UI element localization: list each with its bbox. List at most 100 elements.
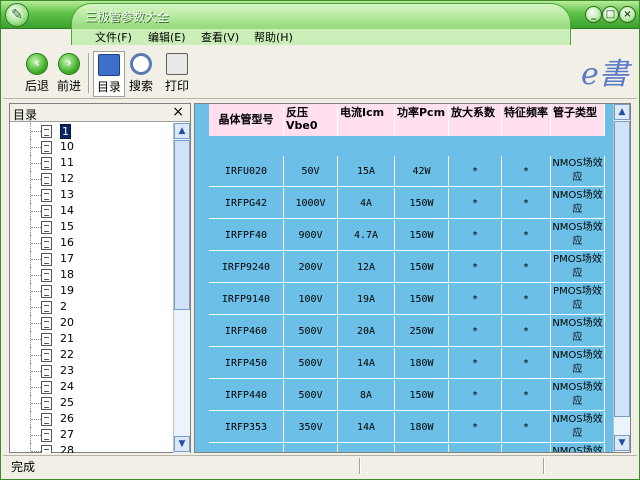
table-cell: 19A xyxy=(338,284,395,315)
tree-item[interactable]: 21 xyxy=(10,331,174,347)
contents-button[interactable]: 目录 xyxy=(93,51,125,97)
tree-item[interactable]: 17 xyxy=(10,251,174,267)
scroll-down-icon[interactable]: ▼ xyxy=(174,436,190,452)
tree-item[interactable]: 15 xyxy=(10,219,174,235)
tree-item-label: 18 xyxy=(60,268,74,281)
status-divider xyxy=(543,458,545,474)
scroll-up-icon[interactable]: ▲ xyxy=(614,104,630,120)
tree-item-label: 13 xyxy=(60,188,74,201)
tree-item[interactable]: 19 xyxy=(10,283,174,299)
tree-item[interactable]: 13 xyxy=(10,187,174,203)
column-header[interactable]: 放大系数 xyxy=(449,104,502,136)
table-cell: IRFP353 xyxy=(209,412,284,443)
table-cell xyxy=(338,444,395,452)
tree-scrollbar[interactable]: ▲ ▼ xyxy=(173,123,190,453)
tree-item[interactable]: 18 xyxy=(10,267,174,283)
tree-item[interactable]: 25 xyxy=(10,395,174,411)
table-cell: 14A xyxy=(338,412,395,443)
tree-item[interactable]: 10 xyxy=(10,139,174,155)
scroll-up-icon[interactable]: ▲ xyxy=(174,123,190,139)
tree-item[interactable]: 24 xyxy=(10,379,174,395)
app-logo: e書 xyxy=(581,57,629,92)
table-cell: * xyxy=(502,380,551,411)
search-button[interactable]: 搜索 xyxy=(125,51,157,97)
forward-label: 前进 xyxy=(56,79,81,93)
column-header[interactable]: 特征频率 xyxy=(502,104,551,136)
minimize-icon[interactable]: _ xyxy=(585,6,602,23)
contents-panel-header: 目录 × xyxy=(10,104,190,122)
tree-item[interactable]: 23 xyxy=(10,363,174,379)
tree-item[interactable]: 14 xyxy=(10,203,174,219)
tree-item[interactable]: 12 xyxy=(10,171,174,187)
print-label: 打印 xyxy=(164,79,189,93)
tree-item-label: 19 xyxy=(60,284,74,297)
tree-connector xyxy=(31,403,41,404)
tree-connector xyxy=(31,227,41,228)
parameter-table: 晶体管型号 反压Vbe0 电流Icm 功率Pcm 放大系数 特征频率 管子类型 IRFU02… xyxy=(195,104,613,452)
table-cell: IRFU020 xyxy=(209,156,284,187)
content-scrollbar[interactable]: ▲ ▼ xyxy=(613,104,630,452)
column-header[interactable]: 反压Vbe0 xyxy=(284,104,338,136)
menu-edit[interactable]: 编辑(E) xyxy=(148,29,186,45)
table-cell: IRFPF40 xyxy=(209,220,284,251)
table-cell: 100V xyxy=(284,284,338,315)
document-icon xyxy=(41,157,52,170)
tree-item[interactable]: 27 xyxy=(10,427,174,443)
tree-item-label: 15 xyxy=(60,220,74,233)
tree-connector xyxy=(31,259,41,260)
column-header[interactable]: 功率Pcm xyxy=(395,104,449,136)
tree-item-label: 10 xyxy=(60,140,74,153)
app-icon[interactable]: ✎ xyxy=(5,3,29,27)
back-button[interactable]: ‹ 后退 xyxy=(21,51,53,97)
tree-item[interactable]: 16 xyxy=(10,235,174,251)
document-icon xyxy=(41,221,52,234)
tree-item[interactable]: 1 xyxy=(10,123,174,139)
column-header[interactable]: 管子类型 xyxy=(551,104,605,136)
tree-connector xyxy=(31,195,41,196)
close-icon[interactable]: × xyxy=(619,6,636,23)
tree-item-label: 24 xyxy=(60,380,74,393)
contents-panel-title: 目录 xyxy=(13,108,38,122)
forward-button[interactable]: › 前进 xyxy=(53,51,85,97)
tree-item[interactable]: 22 xyxy=(10,347,174,363)
table-cell: 15A xyxy=(338,156,395,187)
panel-close-icon[interactable]: × xyxy=(172,104,184,120)
scroll-thumb[interactable] xyxy=(174,140,190,310)
document-icon xyxy=(41,269,52,282)
tree-item-label: 21 xyxy=(60,332,74,345)
tree-item[interactable]: 11 xyxy=(10,155,174,171)
print-button[interactable]: 打印 xyxy=(161,51,193,97)
tree-item[interactable]: 28 xyxy=(10,443,174,453)
document-icon xyxy=(41,285,52,298)
menu-help[interactable]: 帮助(H) xyxy=(254,29,293,45)
table-cell: IRFP450 xyxy=(209,348,284,379)
scroll-down-icon[interactable]: ▼ xyxy=(614,435,630,451)
menu-view[interactable]: 查看(V) xyxy=(201,29,239,45)
tree-connector xyxy=(31,451,41,452)
table-cell: NMOS场效应 xyxy=(551,380,605,411)
table-cell: NMOS场效应 xyxy=(551,156,605,187)
tree-connector xyxy=(31,435,41,436)
column-header[interactable]: 晶体管型号 xyxy=(209,104,284,136)
column-header[interactable]: 电流Icm xyxy=(338,104,395,136)
scroll-thumb[interactable] xyxy=(614,121,630,417)
tree-connector xyxy=(31,307,41,308)
contents-tree[interactable]: 1 10 11 12 13 14 15 16 17 18 19 2 20 21 22 23 24 25 26 27 28 xyxy=(10,123,174,453)
back-label: 后退 xyxy=(24,79,49,93)
table-cell xyxy=(395,444,449,452)
table-cell xyxy=(209,444,284,452)
maximize-icon[interactable]: □ xyxy=(602,6,619,23)
table-cell: 150W xyxy=(395,380,449,411)
window-title: 三极管参数大全 xyxy=(85,10,170,24)
tree-item-label: 22 xyxy=(60,348,74,361)
tree-item[interactable]: 20 xyxy=(10,315,174,331)
tree-item[interactable]: 26 xyxy=(10,411,174,427)
table-cell: * xyxy=(502,220,551,251)
table-cell: * xyxy=(449,316,502,347)
table-cell: * xyxy=(449,156,502,187)
menu-file[interactable]: 文件(F) xyxy=(95,29,132,45)
tree-item[interactable]: 2 xyxy=(10,299,174,315)
document-icon xyxy=(41,173,52,186)
tree-item-label: 23 xyxy=(60,364,74,377)
tree-connector xyxy=(31,323,41,324)
